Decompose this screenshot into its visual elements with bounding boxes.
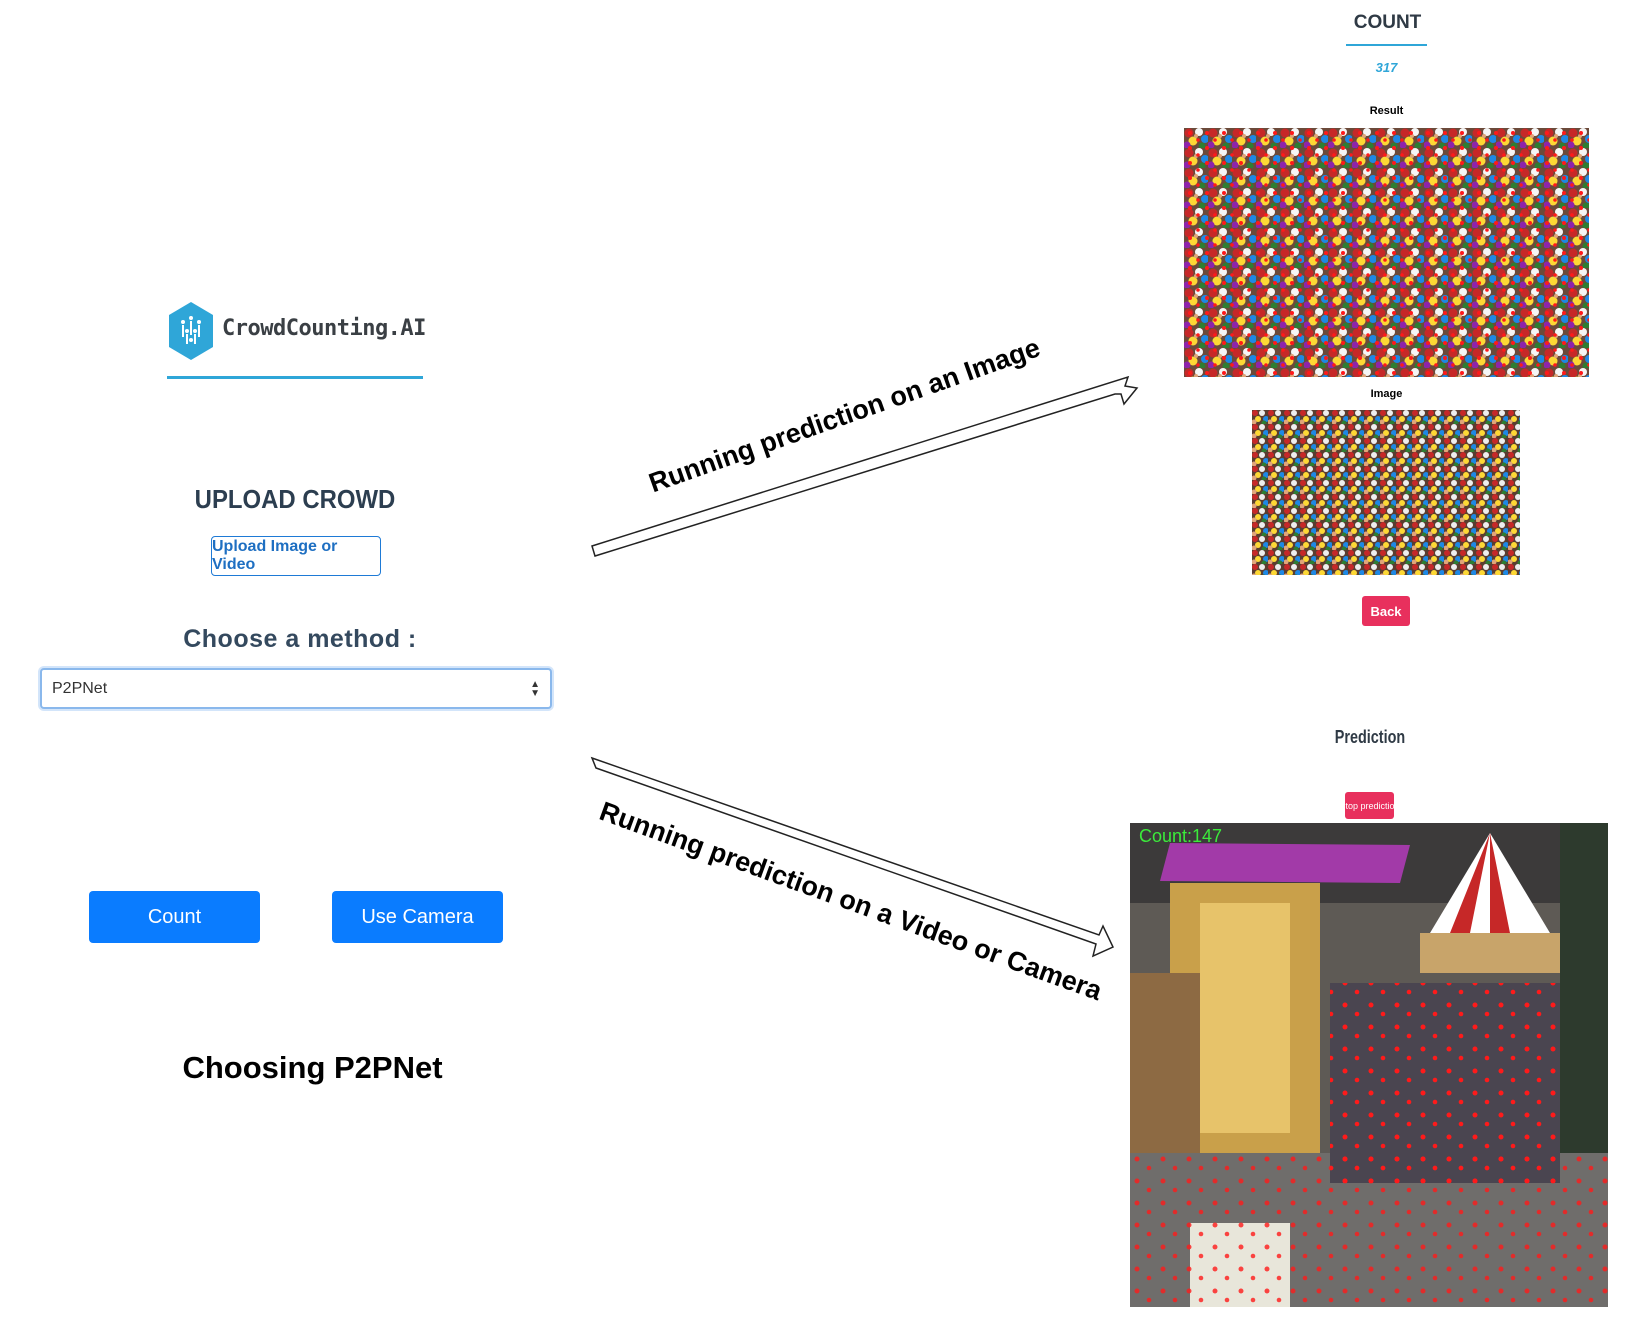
count-value: 317 <box>1375 60 1398 75</box>
video-count-overlay: Count:147 <box>1139 826 1223 846</box>
back-button[interactable]: Back <box>1362 596 1410 626</box>
image-label: Image <box>1370 388 1403 400</box>
arrow-to-video-result <box>590 756 1115 958</box>
count-underline <box>1346 44 1427 46</box>
prediction-title: Prediction <box>1334 727 1406 747</box>
result-label: Result <box>1369 105 1404 117</box>
count-title: COUNT <box>1353 12 1422 33</box>
stop-prediction-button[interactable]: Stop prediction <box>1339 792 1400 819</box>
result-image <box>1184 128 1589 377</box>
input-image <box>1252 410 1520 575</box>
video-frame <box>1130 823 1608 1307</box>
